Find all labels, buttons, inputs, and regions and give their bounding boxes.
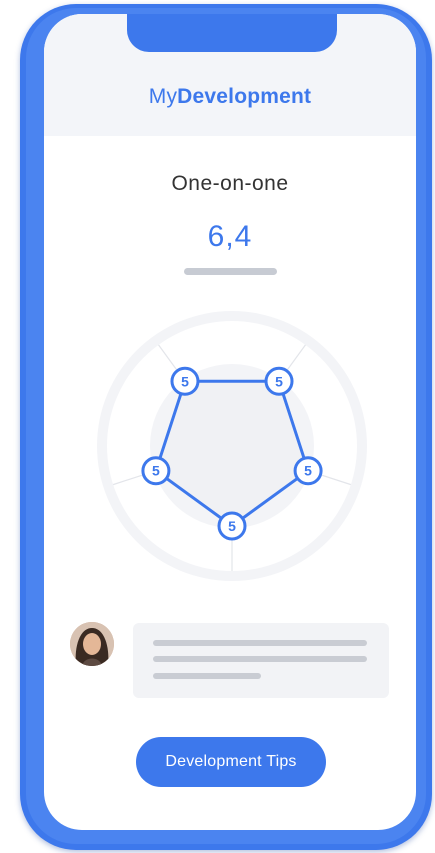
user-avatar: [70, 622, 114, 666]
radar-point: 5: [293, 456, 323, 486]
radar-chart: 5 5 5 5 5: [97, 311, 367, 581]
app-title-bold: Development: [177, 85, 312, 108]
app-screen: MyDevelopment One-on-one 6,4 5 5 5 5 5 Devel…: [44, 14, 416, 830]
comment-line: [153, 640, 367, 646]
radar-point: 5: [217, 511, 247, 541]
radar-point-label: 5: [228, 518, 236, 534]
score-value: 6,4: [207, 220, 253, 253]
comment-line: [153, 673, 261, 679]
radar-point: 5: [141, 456, 171, 486]
radar-point-label: 5: [304, 463, 312, 479]
avatar-icon: [70, 622, 114, 666]
radar-point-label: 5: [181, 373, 189, 389]
development-tips-button[interactable]: Development Tips: [136, 737, 326, 787]
comment-card: [133, 623, 389, 698]
section-title: One-on-one: [171, 172, 289, 195]
app-title: MyDevelopment: [44, 85, 416, 109]
score-underline: [184, 268, 277, 275]
radar-point: 5: [170, 366, 200, 396]
phone-notch: [127, 14, 337, 52]
radar-point-label: 5: [275, 373, 283, 389]
app-title-prefix: My: [148, 85, 178, 108]
radar-point-label: 5: [152, 463, 160, 479]
comment-line: [153, 656, 367, 662]
radar-point: 5: [264, 366, 294, 396]
